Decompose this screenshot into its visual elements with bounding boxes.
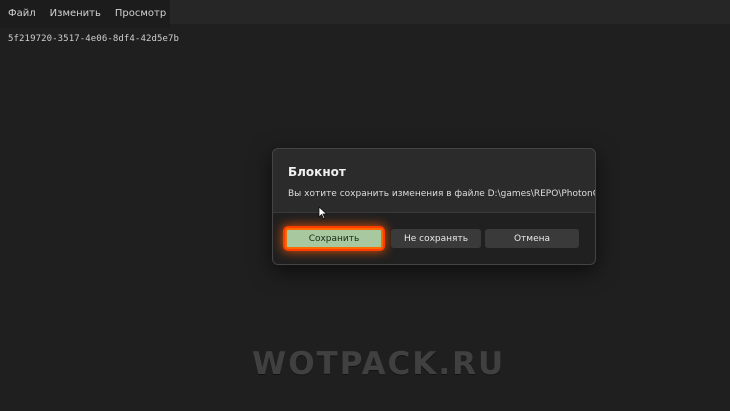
save-button[interactable]: Сохранить: [285, 228, 383, 249]
notepad-window: { "menubar": { "items": [ {"label": "Фай…: [0, 0, 730, 411]
dont-save-button[interactable]: Не сохранять: [391, 229, 481, 248]
dialog-title: Блокнот: [288, 165, 346, 179]
menu-edit[interactable]: Изменить: [43, 0, 108, 28]
cancel-button[interactable]: Отмена: [485, 229, 579, 248]
menu-bar: Файл Изменить Просмотр: [0, 0, 170, 28]
title-bar-strip: [170, 0, 730, 24]
mouse-pointer-icon: [318, 206, 328, 220]
watermark: WOTPACK.RU: [252, 346, 506, 382]
dialog-message: Вы хотите сохранить изменения в файле D:…: [288, 189, 595, 199]
editor-content[interactable]: 5f219720-3517-4e06-8df4-42d5e7b: [8, 34, 179, 44]
menu-file[interactable]: Файл: [0, 0, 43, 28]
menu-view[interactable]: Просмотр: [108, 0, 173, 28]
